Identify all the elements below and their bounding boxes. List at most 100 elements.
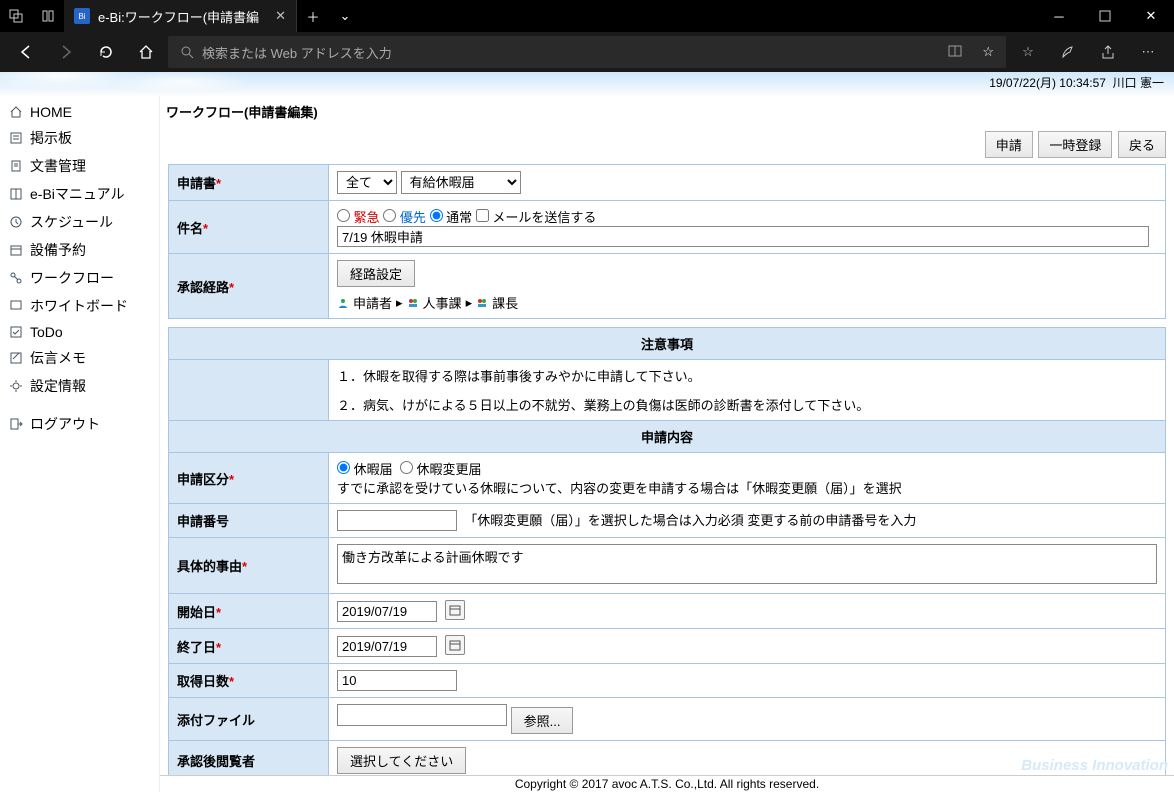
- window-titlebar: Bi e-Bi:ワークフロー(申請書編 ✕ ＋ ⌄ ─ ✕: [0, 0, 1174, 32]
- label-route: 承認経路*: [169, 254, 329, 319]
- page-content: ワークフロー(申請書編集) 申請 一時登録 戻る 申請書* 全て 有給休暇届 件…: [160, 96, 1174, 792]
- share-icon[interactable]: [1090, 34, 1126, 70]
- category-change[interactable]: 休暇変更届: [400, 462, 482, 477]
- label-attach: 添付ファイル: [169, 698, 329, 741]
- calendar-icon[interactable]: [445, 600, 465, 620]
- label-end: 終了日*: [169, 629, 329, 664]
- sidebar-label: 掲示板: [30, 128, 72, 148]
- priority-high[interactable]: 優先: [383, 210, 426, 225]
- status-user: 川口 憲一: [1113, 76, 1164, 90]
- back-button[interactable]: 戻る: [1118, 131, 1166, 158]
- sidebar-item-todo[interactable]: ToDo: [0, 320, 159, 344]
- subject-input[interactable]: [337, 226, 1149, 247]
- sidebar-label: スケジュール: [30, 212, 113, 232]
- browser-tab[interactable]: Bi e-Bi:ワークフロー(申請書編 ✕: [64, 0, 297, 32]
- select-viewers-button[interactable]: 選択してください: [337, 747, 466, 774]
- copyright: Copyright © 2017 avoc A.T.S. Co.,Ltd. Al…: [160, 775, 1174, 792]
- person-icon: [337, 297, 349, 309]
- route-applicant: 申請者: [353, 293, 392, 312]
- sidebar-item-logout[interactable]: ログアウト: [0, 410, 159, 438]
- end-date-input[interactable]: [337, 636, 437, 657]
- reason-input[interactable]: 働き方改革による計画休暇です: [337, 544, 1157, 584]
- app-no-input[interactable]: [337, 510, 457, 531]
- app-no-help: 「休暇変更願（届）」を選択した場合は入力必須 変更する前の申請番号を入力: [464, 513, 916, 528]
- label-start: 開始日*: [169, 594, 329, 629]
- sidebar-item-whiteboard[interactable]: ホワイトボード: [0, 292, 159, 320]
- browse-button[interactable]: 参照...: [511, 707, 574, 734]
- category-leave[interactable]: 休暇届: [337, 462, 393, 477]
- back-icon[interactable]: [8, 34, 44, 70]
- sidebar-item-schedule[interactable]: スケジュール: [0, 208, 159, 236]
- favorites-hub-icon[interactable]: ☆: [1010, 34, 1046, 70]
- sidebar-label: 伝言メモ: [30, 348, 86, 368]
- sidebar-item-manual[interactable]: e-Biマニュアル: [0, 180, 159, 208]
- sidebar-item-board[interactable]: 掲示板: [0, 124, 159, 152]
- sidebar-item-workflow[interactable]: ワークフロー: [0, 264, 159, 292]
- minimize-icon[interactable]: ─: [1036, 0, 1082, 32]
- reading-view-icon[interactable]: [948, 44, 962, 58]
- sidebar-item-home[interactable]: HOME: [0, 100, 159, 124]
- sidebar-label: e-Biマニュアル: [30, 184, 124, 204]
- temp-save-button[interactable]: 一時登録: [1038, 131, 1112, 158]
- set-aside-icon[interactable]: [32, 0, 64, 32]
- apply-button[interactable]: 申請: [985, 131, 1033, 158]
- document-scope-select[interactable]: 全て: [337, 171, 397, 194]
- priority-urgent[interactable]: 緊急: [337, 210, 380, 225]
- tab-title: e-Bi:ワークフロー(申請書編: [98, 7, 259, 26]
- sidebar-label: ToDo: [30, 324, 63, 340]
- refresh-icon[interactable]: [88, 34, 124, 70]
- omnibox[interactable]: 検索または Web アドレスを入力 ☆: [168, 36, 1006, 68]
- tab-favicon: Bi: [74, 8, 90, 24]
- sidebar-label: 設定情報: [30, 376, 86, 396]
- sidebar-label: 文書管理: [30, 156, 86, 176]
- route-config-button[interactable]: 経路設定: [337, 260, 415, 287]
- notice-line2: ２．病気、けがによる５日以上の不就労、業務上の負傷は医師の診断書を添付して下さい…: [337, 395, 1157, 414]
- label-category: 申請区分*: [169, 453, 329, 504]
- attach-path: [337, 704, 507, 726]
- route-chief: 課長: [492, 293, 518, 312]
- search-icon: [180, 45, 194, 59]
- new-tab-icon[interactable]: ＋: [297, 7, 329, 26]
- omnibox-placeholder: 検索または Web アドレスを入力: [202, 43, 392, 62]
- tab-chevron-icon[interactable]: ⌄: [329, 8, 361, 24]
- start-date-input[interactable]: [337, 601, 437, 622]
- label-days: 取得日数*: [169, 664, 329, 698]
- sidebar-label: HOME: [30, 104, 72, 120]
- sidebar-item-facility[interactable]: 設備予約: [0, 236, 159, 264]
- document-type-select[interactable]: 有給休暇届: [401, 171, 521, 194]
- sidebar-item-memo[interactable]: 伝言メモ: [0, 344, 159, 372]
- chevron-right-icon: ▸: [396, 295, 403, 311]
- group-icon: [476, 297, 488, 309]
- sidebar-item-docs[interactable]: 文書管理: [0, 152, 159, 180]
- notice-line1: １．休暇を取得する際は事前事後すみやかに申請して下さい。: [337, 366, 1157, 385]
- workflow-form: 申請書* 全て 有給休暇届 件名* 緊急 優先 通常 メールを送信する: [168, 164, 1166, 319]
- section-content: 申請内容: [169, 421, 1166, 453]
- maximize-icon[interactable]: [1082, 0, 1128, 32]
- chevron-right-icon: ▸: [466, 295, 473, 311]
- days-input[interactable]: [337, 670, 457, 691]
- send-mail-check[interactable]: メールを送信する: [476, 210, 597, 225]
- priority-normal[interactable]: 通常: [430, 210, 473, 225]
- forward-icon: [48, 34, 84, 70]
- banner: 19/07/22(月) 10:34:57 川口 憲一: [0, 72, 1174, 96]
- sidebar-label: ログアウト: [30, 414, 100, 434]
- calendar-icon[interactable]: [445, 635, 465, 655]
- sidebar-label: 設備予約: [30, 240, 86, 260]
- favorite-icon[interactable]: ☆: [982, 44, 994, 60]
- tabs-overview-icon[interactable]: [0, 0, 32, 32]
- sidebar-item-settings[interactable]: 設定情報: [0, 372, 159, 400]
- label-subject: 件名*: [169, 201, 329, 254]
- sidebar-label: ワークフロー: [30, 268, 114, 288]
- status-datetime: 19/07/22(月) 10:34:57: [989, 76, 1106, 90]
- close-window-icon[interactable]: ✕: [1128, 0, 1174, 32]
- notice-body: １．休暇を取得する際は事前事後すみやかに申請して下さい。 ２．病気、けがによる５…: [329, 360, 1166, 421]
- label-reason: 具体的事由*: [169, 538, 329, 594]
- notes-icon[interactable]: [1050, 34, 1086, 70]
- sidebar: HOME 掲示板 文書管理 e-Biマニュアル スケジュール 設備予約 ワークフ…: [0, 96, 160, 792]
- home-icon[interactable]: [128, 34, 164, 70]
- route-hr: 人事課: [423, 293, 462, 312]
- close-tab-icon[interactable]: ✕: [275, 8, 286, 24]
- label-app-no: 申請番号: [169, 504, 329, 538]
- group-icon: [407, 297, 419, 309]
- more-icon[interactable]: ⋯: [1130, 34, 1166, 70]
